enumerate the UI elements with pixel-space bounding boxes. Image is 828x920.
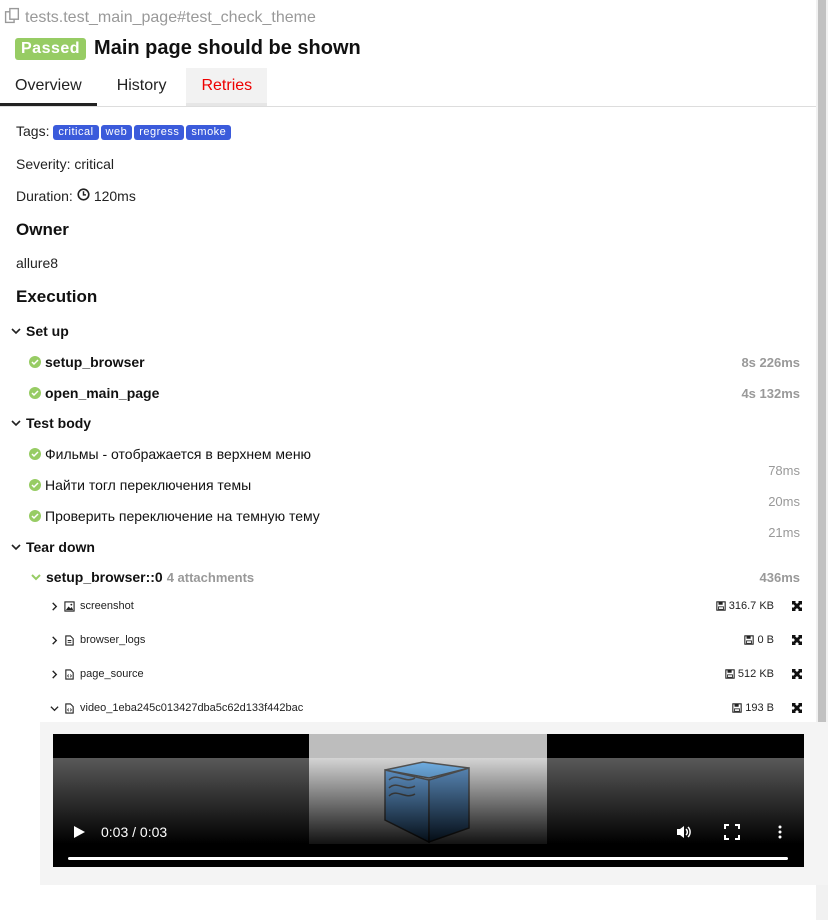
step-name: Фильмы - отображается в верхнем меню xyxy=(45,446,312,462)
step-duration: 20ms xyxy=(768,494,800,509)
code-file-icon xyxy=(65,668,74,680)
code-file-icon xyxy=(65,702,74,714)
tab-history[interactable]: History xyxy=(97,68,187,106)
attachment-row[interactable]: video_1eba245c013427dba5c62d133f442bac 1… xyxy=(50,698,802,718)
duration-row: Duration: 120ms xyxy=(16,188,136,204)
fullscreen-icon[interactable] xyxy=(792,669,802,679)
check-icon xyxy=(29,356,41,368)
tags-row: Tags: critical web regress smoke xyxy=(16,123,233,140)
check-icon xyxy=(29,448,41,460)
video-time: 0:03 / 0:03 xyxy=(101,824,168,840)
chevron-down-icon xyxy=(11,544,21,551)
volume-icon[interactable] xyxy=(676,824,692,840)
check-icon xyxy=(29,510,41,522)
step-name: Проверить переключение на темную тему xyxy=(45,508,320,524)
chevron-right-icon[interactable] xyxy=(50,601,59,611)
check-icon xyxy=(29,387,41,399)
clock-icon xyxy=(77,188,90,204)
attachment-name: page_source xyxy=(80,668,144,680)
step-duration: 4s 132ms xyxy=(741,386,800,401)
save-icon xyxy=(732,703,742,713)
duration-label: Duration: xyxy=(16,188,73,204)
setup-group[interactable]: Set up xyxy=(10,323,69,339)
check-icon xyxy=(29,479,41,491)
setup-title: Set up xyxy=(26,323,69,339)
attachment-size: 0 B xyxy=(757,634,774,646)
tag-critical[interactable]: critical xyxy=(53,124,99,140)
teardown-group[interactable]: Tear down xyxy=(10,539,95,555)
scrollbar-thumb[interactable] xyxy=(818,0,826,722)
step-name: open_main_page xyxy=(45,385,160,401)
chevron-right-icon[interactable] xyxy=(50,669,59,679)
chevron-down-icon[interactable] xyxy=(50,704,59,713)
test-path-text: tests.test_main_page#test_check_theme xyxy=(25,9,316,26)
attachment-row[interactable]: screenshot 316.7 KB xyxy=(50,596,802,616)
step-duration: 436ms xyxy=(759,570,800,585)
step-setup-browser[interactable]: setup_browser xyxy=(29,354,145,370)
more-options-icon[interactable] xyxy=(772,824,788,840)
fullscreen-icon[interactable] xyxy=(792,601,802,611)
tags-label: Tags: xyxy=(16,123,50,139)
duration-value: 120ms xyxy=(93,188,136,204)
tag-smoke[interactable]: smoke xyxy=(186,124,232,140)
step-teardown-browser[interactable]: setup_browser::0 4 attachments xyxy=(30,569,254,585)
attachment-name: video_1eba245c013427dba5c62d133f442bac xyxy=(80,702,304,714)
test-path: tests.test_main_page#test_check_theme xyxy=(4,7,316,29)
step-check-dark-theme[interactable]: Проверить переключение на темную тему xyxy=(29,508,320,524)
tab-bar: Overview History Retries xyxy=(0,68,816,107)
save-icon xyxy=(716,601,726,611)
owner-value: allure8 xyxy=(16,255,59,271)
attachment-size: 512 KB xyxy=(737,668,774,680)
page-title: Main page should be shown xyxy=(94,37,361,59)
tag-regress[interactable]: regress xyxy=(134,124,185,140)
attachment-row[interactable]: page_source 512 KB xyxy=(50,664,802,684)
test-body-group[interactable]: Test body xyxy=(10,415,91,431)
copy-icon[interactable] xyxy=(4,7,21,29)
step-name: setup_browser::0 xyxy=(46,569,163,585)
tab-retries[interactable]: Retries xyxy=(186,68,268,106)
execution-title: Execution xyxy=(16,287,98,306)
teardown-title: Tear down xyxy=(26,539,95,555)
attachment-row[interactable]: browser_logs 0 B xyxy=(50,630,802,650)
step-find-toggle[interactable]: Найти тогл переключения темы xyxy=(29,477,251,493)
attachment-size: 316.7 KB xyxy=(728,600,774,612)
test-body-title: Test body xyxy=(26,415,92,431)
step-open-main-page[interactable]: open_main_page xyxy=(29,385,159,401)
attachments-count: 4 attachments xyxy=(166,569,255,585)
fullscreen-icon[interactable] xyxy=(792,703,802,713)
save-icon xyxy=(725,669,735,679)
chevron-down-icon xyxy=(31,574,41,581)
chevron-right-icon[interactable] xyxy=(50,635,59,645)
fullscreen-icon[interactable] xyxy=(724,824,740,840)
video-progress-bar[interactable] xyxy=(68,857,788,860)
attachment-name: screenshot xyxy=(80,600,134,612)
video-attachment-panel: 0:03 / 0:03 xyxy=(40,722,828,885)
step-films-menu[interactable]: Фильмы - отображается в верхнем меню xyxy=(29,446,311,462)
step-name: setup_browser xyxy=(45,354,145,370)
image-icon xyxy=(64,600,75,612)
attachment-name: browser_logs xyxy=(80,634,146,646)
step-duration: 8s 226ms xyxy=(741,355,800,370)
attachment-size: 193 B xyxy=(745,702,774,714)
tab-overview[interactable]: Overview xyxy=(0,68,97,106)
save-icon xyxy=(744,635,755,645)
title-row: Passed Main page should be shown xyxy=(15,37,361,60)
tag-web[interactable]: web xyxy=(100,124,133,140)
chevron-down-icon xyxy=(11,420,21,427)
chevron-down-icon xyxy=(11,328,21,335)
status-badge: Passed xyxy=(15,37,87,60)
text-file-icon xyxy=(65,634,74,646)
video-player[interactable]: 0:03 / 0:03 xyxy=(53,734,804,867)
play-icon[interactable] xyxy=(71,824,87,840)
step-duration: 21ms xyxy=(768,525,800,540)
step-name: Найти тогл переключения темы xyxy=(45,477,252,493)
owner-title: Owner xyxy=(16,220,69,239)
severity: Severity: critical xyxy=(16,156,115,172)
fullscreen-icon[interactable] xyxy=(792,635,802,645)
step-duration: 78ms xyxy=(768,463,800,478)
